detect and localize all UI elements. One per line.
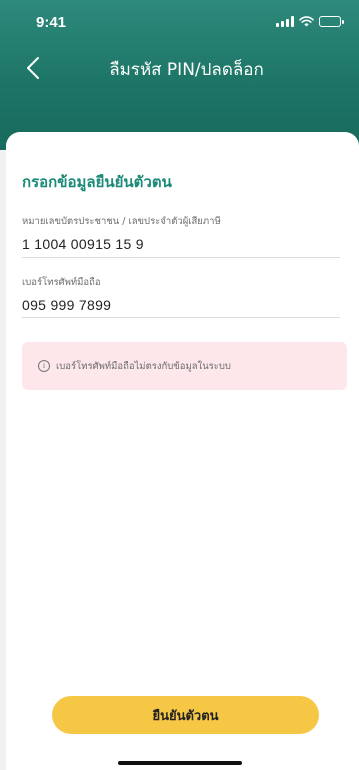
status-bar: 9:41 <box>0 0 359 44</box>
phone-label: เบอร์โทรศัพท์มือถือ <box>22 277 101 288</box>
id-number-field[interactable]: หมายเลขบัตรประชาชน / เลขประจำตัวผู้เสียภ… <box>22 214 340 258</box>
page-title: ลืมรหัส PIN/ปลดล็อก <box>109 60 264 80</box>
signal-icon <box>276 16 294 27</box>
home-indicator <box>118 761 242 765</box>
section-title: กรอกข้อมูลยืนยันตัวตน <box>22 173 172 191</box>
status-icons <box>276 16 344 27</box>
phone-value[interactable]: 095 999 7899 <box>22 297 340 313</box>
alert-message: เบอร์โทรศัพท์มือถือไม่ตรงกับข้อมูลในระบบ <box>56 360 231 372</box>
phone-field[interactable]: เบอร์โทรศัพท์มือถือ 095 999 7899 <box>22 275 340 318</box>
form-card: กรอกข้อมูลยืนยันตัวตน หมายเลขบัตรประชาชน… <box>6 132 359 770</box>
id-number-label: หมายเลขบัตรประชาชน / เลขประจำตัวผู้เสียภ… <box>22 216 221 227</box>
id-number-value[interactable]: 1 1004 00915 15 9 <box>22 236 340 252</box>
wifi-icon <box>299 16 314 27</box>
error-alert: i เบอร์โทรศัพท์มือถือไม่ตรงกับข้อมูลในระ… <box>22 342 347 390</box>
info-icon: i <box>38 360 50 372</box>
confirm-identity-button[interactable]: ยืนยันตัวตน <box>52 696 319 734</box>
battery-icon <box>319 16 344 27</box>
status-time: 9:41 <box>36 14 67 31</box>
header: 9:41 ลืมรหัส PIN/ปลดล็อก <box>0 0 359 150</box>
